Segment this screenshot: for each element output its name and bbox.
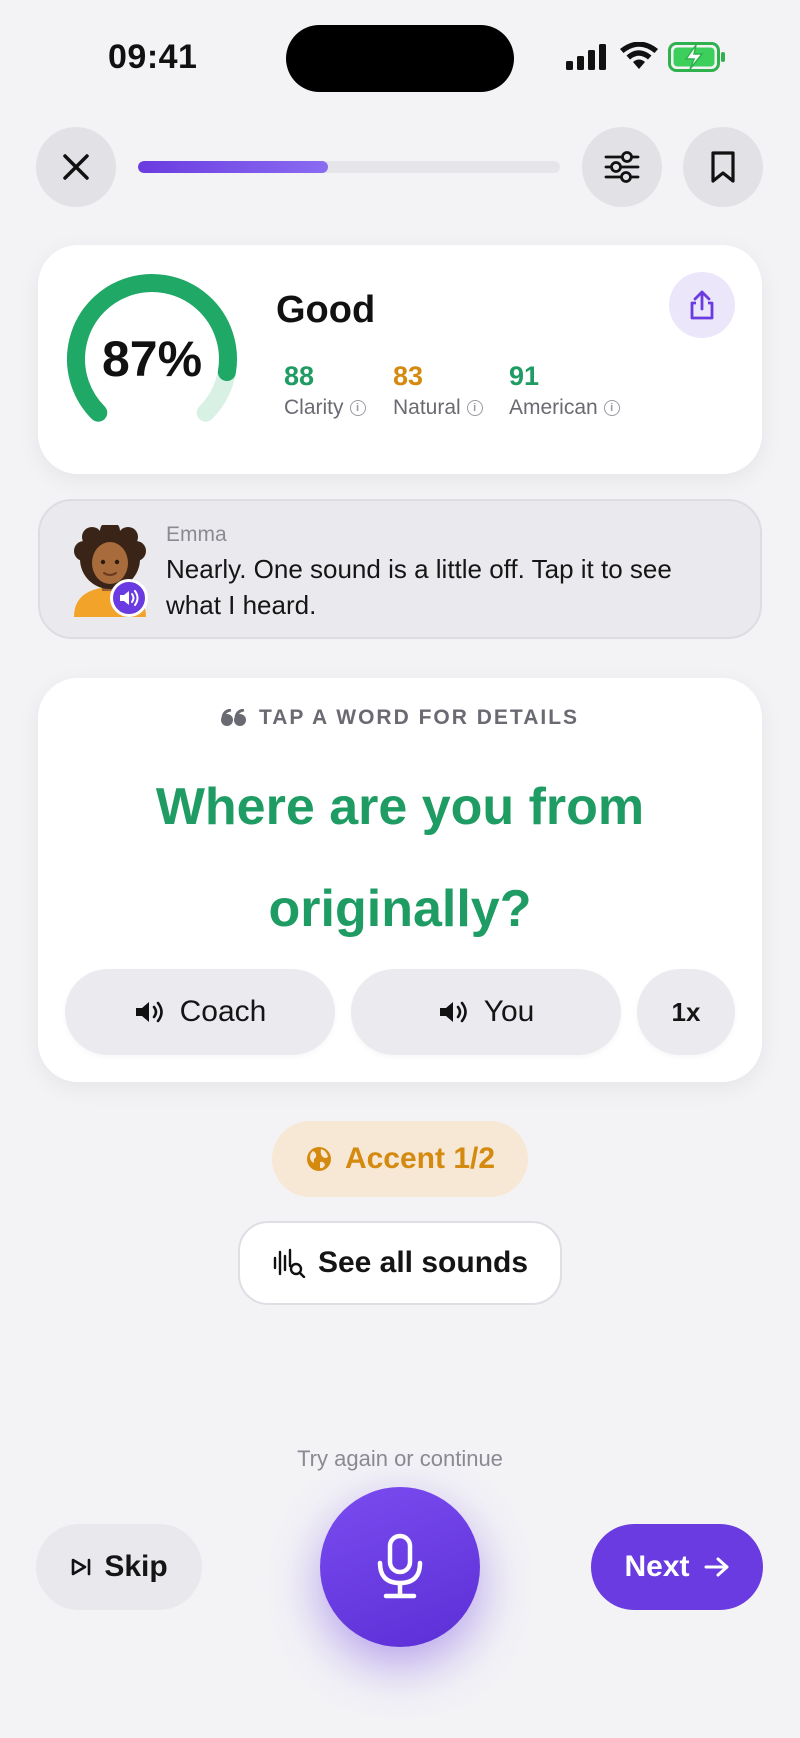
next-button[interactable]: Next <box>591 1524 763 1610</box>
wifi-icon <box>620 42 658 69</box>
accent-badge-label: Accent 1/2 <box>344 1142 496 1175</box>
microphone-icon <box>377 1533 423 1599</box>
metric-label: Clarity <box>284 396 344 419</box>
speaker-icon <box>120 590 139 606</box>
status-bar: 09:41 <box>0 0 800 120</box>
skip-label: Skip <box>104 1550 168 1583</box>
metric-natural[interactable]: 83 Natural i <box>393 361 483 420</box>
accent-badge[interactable]: Accent 1/2 <box>272 1121 528 1197</box>
next-label: Next <box>624 1550 690 1583</box>
sliders-icon <box>604 151 640 183</box>
globe-icon <box>306 1147 331 1171</box>
coach-message-card[interactable]: Emma Nearly. One sound is a little off. … <box>38 499 762 639</box>
metric-label: Natural <box>393 396 461 419</box>
lesson-progress-bar <box>138 161 560 173</box>
close-button[interactable] <box>36 127 116 207</box>
settings-sliders-button[interactable] <box>582 127 662 207</box>
battery-charging-icon <box>668 42 725 72</box>
dynamic-island <box>286 25 514 92</box>
quote-icon <box>220 709 246 726</box>
lesson-progress-fill <box>138 161 328 173</box>
phrase-card: TAP A WORD FOR DETAILS Where are you fro… <box>38 678 762 1082</box>
play-you-label: You <box>483 995 535 1028</box>
score-rating: Good <box>276 289 376 331</box>
metric-label: American <box>509 396 598 419</box>
tap-hint-label: TAP A WORD FOR DETAILS <box>258 706 580 729</box>
practice-phrase[interactable]: Where are you from originally? <box>78 756 722 960</box>
close-icon <box>63 154 89 180</box>
coach-name: Emma <box>166 523 227 546</box>
share-button[interactable] <box>669 272 735 338</box>
metric-clarity[interactable]: 88 Clarity i <box>284 361 366 420</box>
try-again-hint: Try again or continue <box>297 1446 503 1471</box>
metric-value: 83 <box>393 361 424 391</box>
record-microphone-button[interactable] <box>320 1487 480 1647</box>
waveform-search-icon <box>273 1248 306 1278</box>
arrow-right-icon <box>704 1557 729 1577</box>
playback-speed-button[interactable]: 1x <box>637 969 735 1055</box>
skip-button[interactable]: Skip <box>36 1524 202 1610</box>
play-coach-button[interactable]: Coach <box>65 969 335 1055</box>
bookmark-icon <box>711 151 735 183</box>
speaker-icon <box>135 1001 163 1023</box>
info-icon[interactable]: i <box>466 400 483 416</box>
status-time: 09:41 <box>108 38 198 76</box>
see-all-sounds-label: See all sounds <box>317 1246 529 1279</box>
play-you-button[interactable]: You <box>351 969 621 1055</box>
share-icon <box>690 290 714 320</box>
overall-score: 87% <box>101 331 203 387</box>
speaker-icon <box>439 1001 467 1023</box>
coach-audio-button[interactable] <box>110 579 148 617</box>
info-icon[interactable]: i <box>349 400 366 416</box>
bookmark-button[interactable] <box>683 127 763 207</box>
play-coach-label: Coach <box>179 995 267 1028</box>
see-all-sounds-button[interactable]: See all sounds <box>238 1221 562 1305</box>
cellular-signal-icon <box>566 44 606 70</box>
metric-american[interactable]: 91 American i <box>509 361 620 420</box>
score-card: 87% Good 88 Clarity i 83 Natural i 91 Amer… <box>38 245 762 474</box>
tap-hint: TAP A WORD FOR DETAILS <box>38 706 762 730</box>
info-icon[interactable]: i <box>603 400 620 416</box>
metric-value: 91 <box>509 361 540 391</box>
skip-icon <box>72 1558 91 1576</box>
metric-value: 88 <box>284 361 315 391</box>
coach-message: Nearly. One sound is a little off. Tap i… <box>166 554 672 620</box>
